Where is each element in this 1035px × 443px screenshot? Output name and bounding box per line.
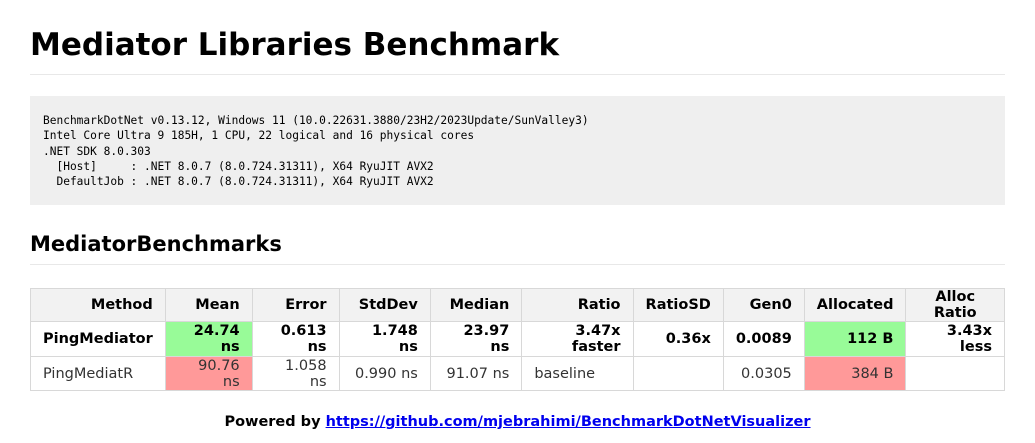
cell-ratiosd xyxy=(632,356,724,391)
table-row: PingMediator 24.74 ns 0.613 ns 1.748 ns … xyxy=(30,321,1005,357)
cell-alloc-ratio: 3.43x less xyxy=(905,321,1005,357)
col-gen0: Gen0 xyxy=(722,288,805,322)
cell-stddev: 0.990 ns xyxy=(338,356,431,391)
col-alloc-ratio: Alloc Ratio xyxy=(905,288,1005,322)
environment-info: BenchmarkDotNet v0.13.12, Windows 11 (10… xyxy=(30,96,1005,205)
cell-error: 0.613 ns xyxy=(251,321,340,357)
section-title: MediatorBenchmarks xyxy=(30,232,1005,265)
benchmark-table: Method Mean Error StdDev Median Ratio Ra… xyxy=(30,288,1005,391)
cell-mean: 24.74 ns xyxy=(164,321,253,357)
cell-gen0: 0.0305 xyxy=(722,356,805,391)
cell-allocated: 384 B xyxy=(803,356,907,391)
col-method: Method xyxy=(30,288,166,322)
col-ratiosd: RatioSD xyxy=(632,288,724,322)
col-stddev: StdDev xyxy=(338,288,431,322)
col-ratio: Ratio xyxy=(521,288,634,322)
github-link[interactable]: https://github.com/mjebrahimi/BenchmarkD… xyxy=(326,414,811,430)
col-error: Error xyxy=(251,288,340,322)
cell-alloc-ratio xyxy=(905,356,1005,391)
env-line: Intel Core Ultra 9 185H, 1 CPU, 22 logic… xyxy=(43,129,475,143)
page-title: Mediator Libraries Benchmark xyxy=(30,0,1005,75)
cell-gen0: 0.0089 xyxy=(722,321,805,357)
cell-method: PingMediatR xyxy=(30,356,166,391)
cell-median: 91.07 ns xyxy=(429,356,523,391)
col-median: Median xyxy=(429,288,523,322)
cell-ratio: baseline xyxy=(521,356,634,391)
col-allocated: Allocated xyxy=(803,288,907,322)
cell-error: 1.058 ns xyxy=(251,356,340,391)
env-line: BenchmarkDotNet v0.13.12, Windows 11 (10… xyxy=(43,114,589,127)
cell-allocated: 112 B xyxy=(803,321,907,357)
env-line: [Host] : .NET 8.0.7 (8.0.724.31311), X64… xyxy=(43,159,434,173)
cell-ratiosd: 0.36x xyxy=(632,321,724,357)
footer: Powered by https://github.com/mjebrahimi… xyxy=(30,414,1005,430)
cell-median: 23.97 ns xyxy=(429,321,523,357)
env-line: DefaultJob : .NET 8.0.7 (8.0.724.31311),… xyxy=(43,175,434,189)
cell-stddev: 1.748 ns xyxy=(338,321,431,357)
col-mean: Mean xyxy=(164,288,253,322)
env-line: .NET SDK 8.0.303 xyxy=(43,144,151,158)
footer-prefix: Powered by xyxy=(224,414,321,430)
cell-mean: 90.76 ns xyxy=(164,356,253,391)
table-row: PingMediatR 90.76 ns 1.058 ns 0.990 ns 9… xyxy=(30,356,1005,391)
cell-ratio: 3.47x faster xyxy=(521,321,634,357)
table-header-row: Method Mean Error StdDev Median Ratio Ra… xyxy=(30,288,1005,322)
cell-method: PingMediator xyxy=(30,321,166,357)
